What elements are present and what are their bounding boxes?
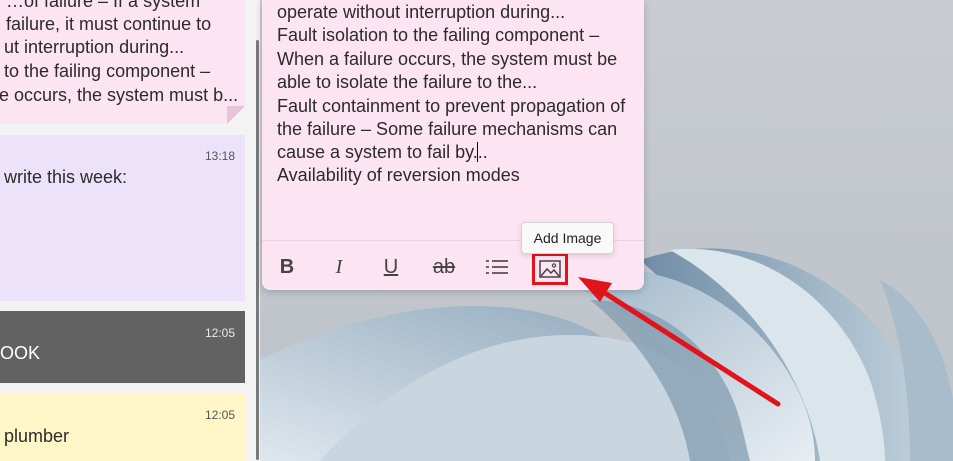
- annotation-arrow-icon: [578, 277, 781, 407]
